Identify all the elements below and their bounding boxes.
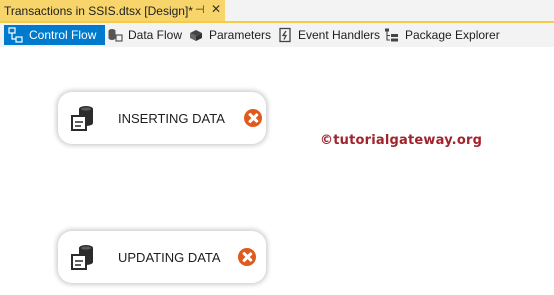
designer-tabs: Control Flow Data Flow Parameters Event … [0,23,554,47]
tab-data-flow[interactable]: Data Flow [107,25,182,45]
document-tab[interactable]: Transactions in SSIS.dtsx [Design]* ⊣ ✕ [0,0,225,21]
execute-sql-task-icon [69,244,99,272]
task-updating-data[interactable]: UPDATING DATA [58,231,266,283]
tab-label: Data Flow [128,28,183,42]
task-inserting-data[interactable]: INSERTING DATA [58,92,266,144]
control-flow-canvas[interactable]: ©tutorialgateway.org INSERTING DATA UPDA… [0,47,554,295]
task-label: INSERTING DATA [118,111,225,126]
tab-control-flow[interactable]: Control Flow [4,25,105,45]
tab-label: Control Flow [29,28,97,42]
control-flow-icon [8,27,24,43]
pin-icon[interactable]: ⊣ [195,3,205,16]
error-icon [238,248,256,266]
tab-parameters[interactable]: Parameters [188,25,271,45]
document-tabstrip: Transactions in SSIS.dtsx [Design]* ⊣ ✕ [0,0,554,23]
package-explorer-icon [384,27,400,43]
parameters-icon [188,27,204,43]
task-label: UPDATING DATA [118,250,221,265]
event-handlers-icon [277,27,293,43]
tab-label: Parameters [209,28,272,42]
tab-label: Event Handlers [298,28,381,42]
close-icon[interactable]: ✕ [211,2,221,16]
watermark: ©tutorialgateway.org [320,133,483,148]
data-flow-icon [107,27,123,43]
tab-package-explorer[interactable]: Package Explorer [384,25,500,45]
tab-label: Package Explorer [405,28,500,42]
document-tab-title: Transactions in SSIS.dtsx [Design]* [4,3,193,18]
tab-event-handlers[interactable]: Event Handlers [277,25,380,45]
execute-sql-task-icon [69,105,99,133]
error-icon [244,109,262,127]
